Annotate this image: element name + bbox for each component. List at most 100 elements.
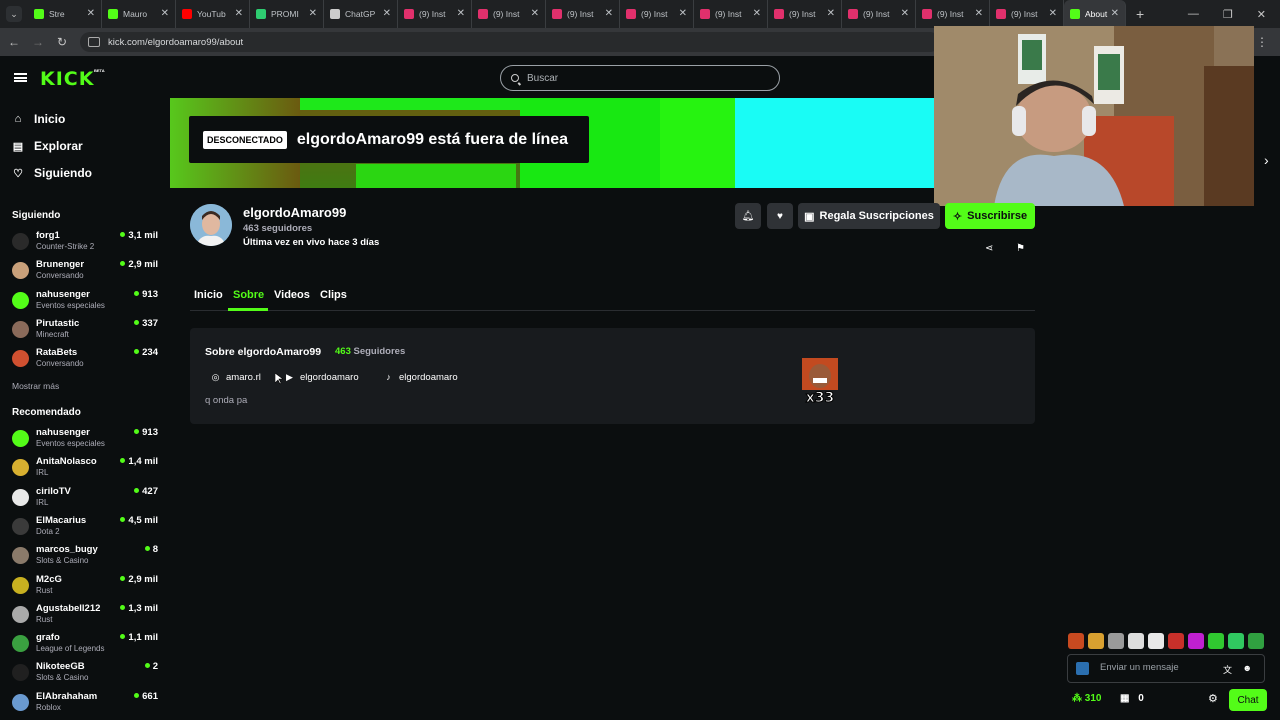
chat-points-icon[interactable] [1076,662,1089,675]
emote-icon[interactable] [1168,633,1184,649]
minimize-icon[interactable]: — [1188,8,1199,20]
emote-icon[interactable] [1248,633,1264,649]
close-tab-icon[interactable]: ✕ [975,8,983,19]
emote-icon[interactable] [1208,633,1224,649]
emote-icon[interactable] [1108,633,1124,649]
kick-logo[interactable]: KICK [40,68,94,90]
hamburger-menu-icon[interactable] [14,73,27,82]
emoji-icon[interactable]: ☻ [1243,663,1252,673]
report-user-icon[interactable]: ⚑ [1016,243,1025,254]
close-tab-icon[interactable]: ✕ [309,8,317,19]
tab-videos[interactable]: Videos [274,289,310,301]
maximize-icon[interactable]: ❐ [1223,8,1233,21]
channel-avatar[interactable] [190,204,232,246]
close-window-icon[interactable]: ✕ [1257,8,1266,21]
site-info-icon[interactable] [88,37,100,47]
store-button[interactable]: ▦ 0 [1120,693,1144,704]
search-input[interactable] [527,72,757,84]
sidebar-channel[interactable]: ciriloTV IRL 427 [12,486,162,514]
social-tiktok[interactable]: ♪ elgordoamaro [383,369,457,385]
viewer-count: 913 [134,289,158,300]
sidebar-channel[interactable]: AnitaNolasco IRL 1,4 mil [12,456,162,484]
reload-icon[interactable]: ↻ [50,35,74,49]
close-tab-icon[interactable]: ✕ [605,8,613,19]
close-tab-icon[interactable]: ✕ [161,8,169,19]
translate-icon[interactable]: 文 [1223,663,1232,676]
tab-clips[interactable]: Clips [320,289,347,301]
viewer-count: 4,5 mil [120,515,158,526]
browser-tab[interactable]: (9) Inst ✕ [472,0,546,28]
chat-send-button[interactable]: Chat [1229,689,1267,711]
close-tab-icon[interactable]: ✕ [383,8,391,19]
emote-icon[interactable] [1128,633,1144,649]
sidebar-channel[interactable]: M2cG Rust 2,9 mil [12,574,162,602]
emote-icon[interactable] [1148,633,1164,649]
browser-menu-icon[interactable]: ⋮ [1256,35,1268,49]
url-field[interactable]: kick.com/elgordoamaro99/about [80,32,940,52]
browser-tab[interactable]: Stre ✕ [28,0,102,28]
chat-input-box[interactable]: 文 ☻ [1067,654,1265,683]
notification-bell-button[interactable]: 🔔︎ [735,203,761,229]
sidebar-channel[interactable]: forg1 Counter-Strike 2 3,1 mil [12,230,162,258]
browser-tab[interactable]: About ✕ [1064,0,1126,28]
sidebar-channel[interactable]: ElAbrahaham Roblox 661 [12,691,162,719]
chevron-right-icon[interactable]: › [1264,152,1269,168]
emote-icon[interactable] [1188,633,1204,649]
browser-tab[interactable]: (9) Inst ✕ [990,0,1064,28]
close-tab-icon[interactable]: ✕ [235,8,243,19]
close-tab-icon[interactable]: ✕ [827,8,835,19]
emote-icon[interactable] [1228,633,1244,649]
sidebar-nav-siguiendo[interactable]: ♡ Siguiendo [12,166,92,180]
gift-subscriptions-button[interactable]: ▣ Regala Suscripciones [798,203,940,229]
browser-tab[interactable]: YouTub ✕ [176,0,250,28]
subscribe-button[interactable]: ✧ Suscribirse [945,203,1035,229]
sidebar-channel[interactable]: Brunenger Conversando 2,9 mil [12,259,162,287]
sidebar-channel[interactable]: RataBets Conversando 234 [12,347,162,375]
emote-icon[interactable] [1088,633,1104,649]
share-icon[interactable]: ⋖ [985,243,993,254]
browser-tab[interactable]: ChatGP ✕ [324,0,398,28]
sidebar-channel[interactable]: grafo League of Legends 1,1 mil [12,632,162,660]
tab-inicio[interactable]: Inicio [194,289,223,301]
sidebar-channel[interactable]: nahusenger Eventos especiales 913 [12,289,162,317]
chat-settings-icon[interactable]: ⚙ [1208,692,1218,705]
channel-points[interactable]: ⁂ 310 [1072,693,1101,704]
sidebar-channel[interactable]: Pirutastic Minecraft 337 [12,318,162,346]
sidebar-nav-explorar[interactable]: ▤ Explorar [12,139,83,153]
sidebar-channel[interactable]: marcos_bugy Slots & Casino 8 [12,544,162,572]
close-tab-icon[interactable]: ✕ [753,8,761,19]
new-tab-button[interactable]: + [1136,6,1144,22]
follow-heart-button[interactable]: ♥ [767,203,793,229]
browser-tab[interactable]: (9) Inst ✕ [842,0,916,28]
chat-message-input[interactable] [1100,662,1220,673]
browser-tab[interactable]: (9) Inst ✕ [620,0,694,28]
browser-tab[interactable]: (9) Inst ✕ [694,0,768,28]
sidebar-nav-inicio[interactable]: ⌂ Inicio [12,112,66,126]
browser-tab[interactable]: (9) Inst ✕ [398,0,472,28]
sidebar-channel[interactable]: Agustabell212 Rust 1,3 mil [12,603,162,631]
close-tab-icon[interactable]: ✕ [457,8,465,19]
close-tab-icon[interactable]: ✕ [901,8,909,19]
close-tab-icon[interactable]: ✕ [87,8,95,19]
show-more-link[interactable]: Mostrar más [12,381,59,391]
tab-sobre[interactable]: Sobre [233,289,264,301]
browser-tab[interactable]: (9) Inst ✕ [916,0,990,28]
sidebar-channel[interactable]: nahusenger Eventos especiales 913 [12,427,162,455]
sidebar-channel[interactable]: ElMacarius Dota 2 4,5 mil [12,515,162,543]
close-tab-icon[interactable]: ✕ [1111,8,1119,19]
browser-tab[interactable]: (9) Inst ✕ [768,0,842,28]
tab-search-icon[interactable]: ⌄ [6,6,22,22]
close-tab-icon[interactable]: ✕ [531,8,539,19]
browser-tab[interactable]: Mauro ✕ [102,0,176,28]
close-tab-icon[interactable]: ✕ [1049,8,1057,19]
sidebar-channel[interactable]: NikoteeGB Slots & Casino 2 [12,661,162,689]
social-youtube[interactable]: ▶ elgordoamaro [284,369,359,385]
forward-icon[interactable]: → [26,35,50,49]
back-icon[interactable]: ← [2,35,26,49]
emote-icon[interactable] [1068,633,1084,649]
search-bar[interactable] [500,65,780,91]
browser-tab[interactable]: PROMI ✕ [250,0,324,28]
close-tab-icon[interactable]: ✕ [679,8,687,19]
social-instagram[interactable]: ◎ amaro.rl [210,369,261,385]
browser-tab[interactable]: (9) Inst ✕ [546,0,620,28]
